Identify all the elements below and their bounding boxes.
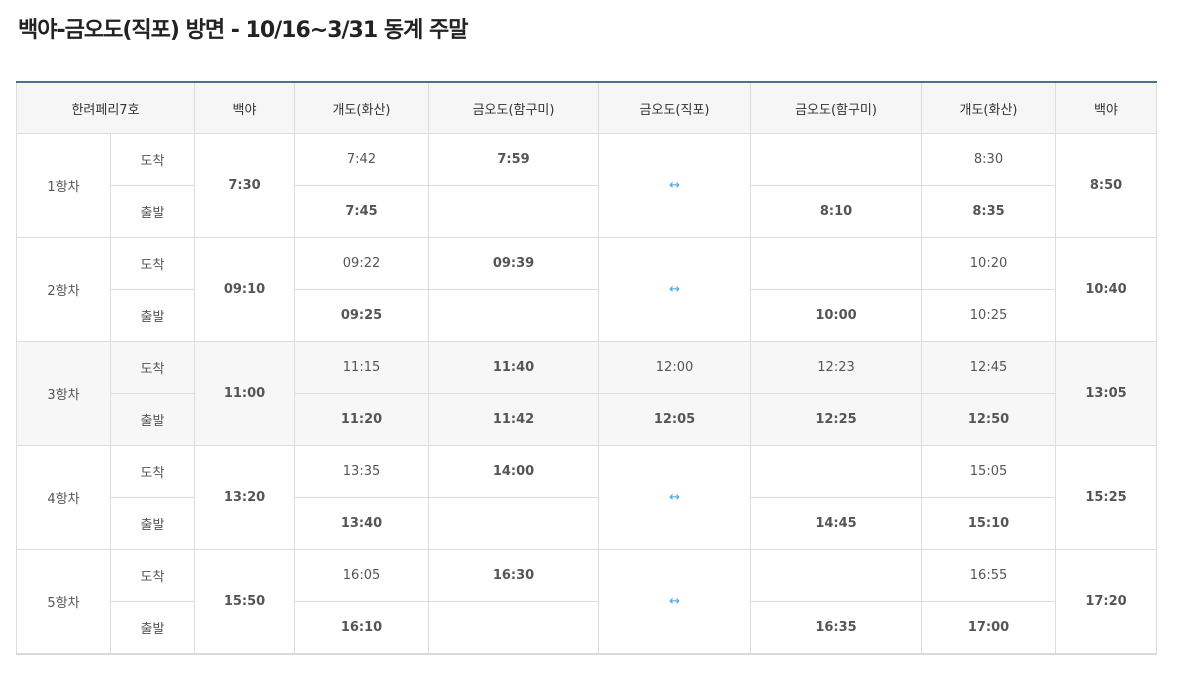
hamgumi-outbound-arrive-time: 14:00: [428, 445, 600, 498]
timetable-body: 1항차 도착 7:30 7:42 7:59 ↔ 8:30 8:50 출발 7:45 8:10 8:35…: [16, 133, 1158, 655]
hamgumi-return-depart-time: 14:45: [750, 497, 923, 550]
gaedo-outbound-arrive-time: 13:35: [294, 445, 430, 498]
gaedo-return-arrive-time: 15:05: [921, 445, 1057, 498]
gaedo-outbound-depart-time: 13:40: [294, 497, 430, 550]
trip-name: 4항차: [16, 445, 111, 550]
trip-row-arrive: 3항차 도착 11:00 11:15 11:40 12:00 12:23 12:45 13:05: [16, 341, 1158, 446]
header-jikpo: 금오도(직포): [598, 82, 752, 134]
hamgumi-outbound-depart-time: [428, 185, 600, 238]
gaedo-return-depart-time: 15:10: [921, 497, 1057, 550]
depart-label: 출발: [109, 601, 196, 655]
gaedo-return-depart-time: 17:00: [921, 601, 1057, 655]
trip-row-depart: 출발 16:10 16:35 17:00: [17, 601, 1157, 655]
header-gaedo-outbound: 개도(화산): [294, 82, 430, 134]
hamgumi-outbound-depart-time: [428, 289, 600, 342]
trip-row-arrive: 1항차 도착 7:30 7:42 7:59 ↔ 8:30 8:50: [16, 133, 1158, 238]
baekya-arrival-time: 13:05: [1055, 341, 1158, 446]
hamgumi-return-depart-time: 10:00: [750, 289, 923, 342]
header-gaedo-return: 개도(화산): [921, 82, 1057, 134]
hamgumi-outbound-depart-time: [428, 497, 600, 550]
header-row: 한려페리7호 백야 개도(화산) 금오도(함구미) 금오도(직포) 금오도(함구…: [15, 82, 1158, 134]
baekya-departure-time: 15:50: [194, 549, 296, 655]
gaedo-outbound-arrive-time: 16:05: [294, 549, 430, 602]
gaedo-return-arrive-time: 12:45: [921, 341, 1057, 394]
baekya-arrival-time: 17:20: [1055, 549, 1158, 655]
baekya-departure-time: 09:10: [194, 237, 296, 342]
trip-row-arrive: 5항차 도착 15:50 16:05 16:30 ↔ 16:55 17:20: [16, 549, 1158, 655]
jikpo-cell: ↔: [598, 237, 752, 342]
header-hamgumi-outbound: 금오도(함구미): [428, 82, 600, 134]
hamgumi-return-depart-time: 12:25: [750, 393, 923, 446]
hamgumi-return-arrive-time: [750, 237, 923, 290]
baekya-departure-time: 13:20: [194, 445, 296, 550]
baekya-departure-time: 7:30: [194, 133, 296, 238]
hamgumi-outbound-arrive-time: 16:30: [428, 549, 600, 602]
gaedo-return-arrive-time: 8:30: [921, 133, 1057, 186]
jikpo-depart-time: 12:05: [598, 393, 752, 446]
depart-label: 출발: [109, 289, 196, 342]
double-arrow-icon: ↔: [669, 594, 680, 609]
trip-row-arrive: 4항차 도착 13:20 13:35 14:00 ↔ 15:05 15:25: [16, 445, 1158, 550]
hamgumi-outbound-arrive-time: 11:40: [428, 341, 600, 394]
hamgumi-return-depart-time: 8:10: [750, 185, 923, 238]
page-title: 백야-금오도(직포) 방면 - 10/16~3/31 동계 주말: [18, 18, 468, 43]
double-arrow-icon: ↔: [669, 178, 680, 193]
header-ferry: 한려페리7호: [15, 82, 196, 134]
timetable: 한려페리7호 백야 개도(화산) 금오도(함구미) 금오도(직포) 금오도(함구…: [15, 81, 1158, 655]
hamgumi-return-depart-time: 16:35: [750, 601, 923, 655]
trip-row-depart: 출발 7:45 8:10 8:35: [17, 185, 1157, 238]
hamgumi-outbound-arrive-time: 09:39: [428, 237, 600, 290]
baekya-departure-time: 11:00: [194, 341, 296, 446]
double-arrow-icon: ↔: [669, 282, 680, 297]
gaedo-outbound-arrive-time: 7:42: [294, 133, 430, 186]
trip-name: 1항차: [16, 133, 111, 238]
jikpo-cell: ↔: [598, 133, 752, 238]
gaedo-return-arrive-time: 16:55: [921, 549, 1057, 602]
gaedo-outbound-depart-time: 16:10: [294, 601, 430, 655]
arrive-label: 도착: [109, 133, 196, 186]
jikpo-cell: ↔: [598, 549, 752, 655]
baekya-arrival-time: 8:50: [1055, 133, 1158, 238]
header-baekya-arrival: 백야: [1055, 82, 1158, 134]
trip-row-depart: 출발 09:25 10:00 10:25: [17, 289, 1157, 342]
hamgumi-return-arrive-time: 12:23: [750, 341, 923, 394]
arrive-label: 도착: [109, 445, 196, 498]
gaedo-return-depart-time: 8:35: [921, 185, 1057, 238]
trip-row-depart: 출발 13:40 14:45 15:10: [17, 497, 1157, 550]
jikpo-cell: ↔: [598, 445, 752, 550]
trip-row-depart: 출발 11:20 11:42 12:05 12:25 12:50: [17, 393, 1157, 446]
header-hamgumi-return: 금오도(함구미): [750, 82, 923, 134]
depart-label: 출발: [109, 393, 196, 446]
arrive-label: 도착: [109, 237, 196, 290]
double-arrow-icon: ↔: [669, 490, 680, 505]
hamgumi-outbound-depart-time: [428, 601, 600, 655]
gaedo-outbound-arrive-time: 11:15: [294, 341, 430, 394]
hamgumi-outbound-depart-time: 11:42: [428, 393, 600, 446]
gaedo-return-arrive-time: 10:20: [921, 237, 1057, 290]
gaedo-outbound-arrive-time: 09:22: [294, 237, 430, 290]
hamgumi-return-arrive-time: [750, 445, 923, 498]
depart-label: 출발: [109, 497, 196, 550]
gaedo-outbound-depart-time: 11:20: [294, 393, 430, 446]
arrive-label: 도착: [109, 549, 196, 602]
gaedo-return-depart-time: 10:25: [921, 289, 1057, 342]
gaedo-return-depart-time: 12:50: [921, 393, 1057, 446]
trip-row-arrive: 2항차 도착 09:10 09:22 09:39 ↔ 10:20 10:40: [16, 237, 1158, 342]
gaedo-outbound-depart-time: 09:25: [294, 289, 430, 342]
arrive-label: 도착: [109, 341, 196, 394]
trip-name: 3항차: [16, 341, 111, 446]
trip-name: 2항차: [16, 237, 111, 342]
jikpo-arrive-time: 12:00: [598, 341, 752, 394]
baekya-arrival-time: 10:40: [1055, 237, 1158, 342]
gaedo-outbound-depart-time: 7:45: [294, 185, 430, 238]
depart-label: 출발: [109, 185, 196, 238]
trip-name: 5항차: [16, 549, 111, 655]
hamgumi-return-arrive-time: [750, 133, 923, 186]
hamgumi-return-arrive-time: [750, 549, 923, 602]
hamgumi-outbound-arrive-time: 7:59: [428, 133, 600, 186]
baekya-arrival-time: 15:25: [1055, 445, 1158, 550]
header-baekya-departure: 백야: [194, 82, 296, 134]
